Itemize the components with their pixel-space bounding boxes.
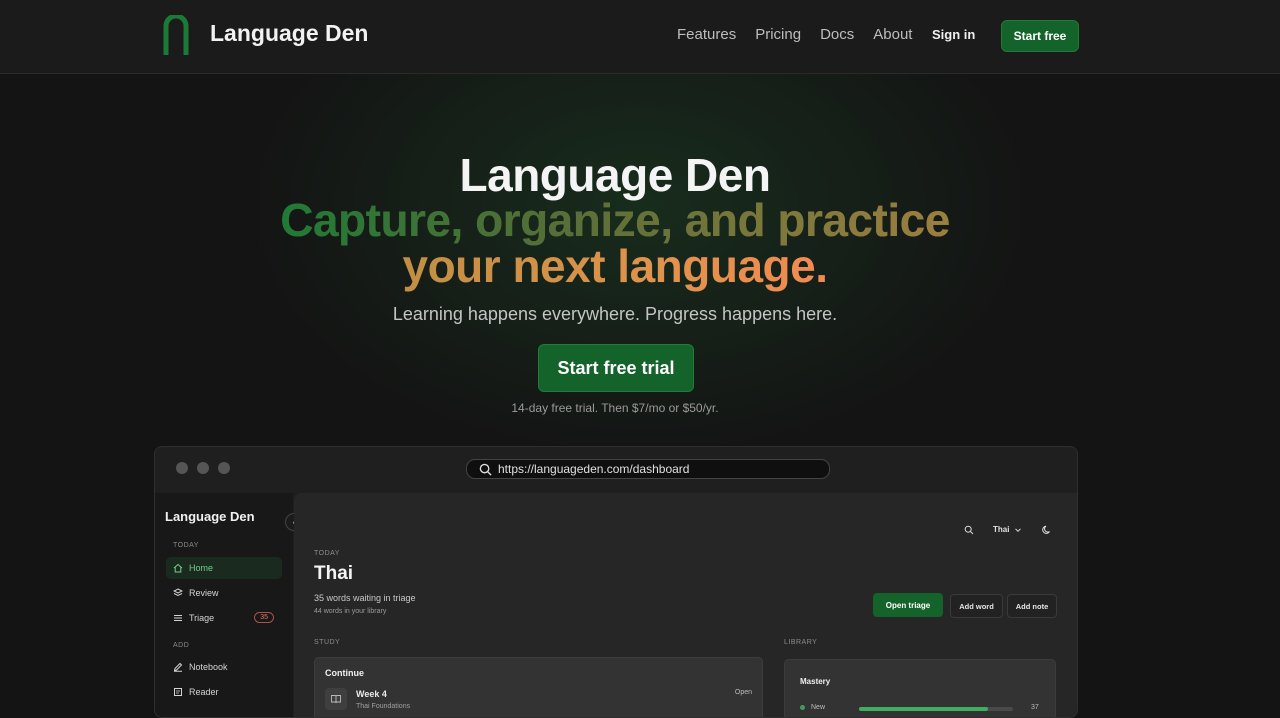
continue-open-tag[interactable]: Open xyxy=(735,689,752,696)
mastery-row-count: 37 xyxy=(1031,704,1039,711)
language-select[interactable]: Thai xyxy=(993,525,1022,534)
nav-link-about[interactable]: About xyxy=(873,26,912,43)
nav-links: Features Pricing Docs About xyxy=(677,26,912,43)
app-main: Thai TODAY Thai 35 words waiting in tria… xyxy=(294,493,1077,717)
search-icon xyxy=(479,463,492,476)
start-free-trial-button[interactable]: Start free trial xyxy=(538,344,694,392)
mastery-row-label: New xyxy=(811,704,826,711)
nav-link-docs[interactable]: Docs xyxy=(820,26,854,43)
start-free-button[interactable]: Start free xyxy=(1001,20,1079,52)
status-dot xyxy=(800,705,805,710)
sidebar-item-notebook[interactable]: Notebook xyxy=(166,656,282,678)
language-heading: Thai xyxy=(314,563,354,584)
sidebar-item-triage[interactable]: Triage 35 xyxy=(166,607,282,629)
mastery-progress-bar xyxy=(859,707,1013,711)
theme-toggle-button[interactable] xyxy=(1042,525,1052,535)
continue-title: Continue xyxy=(325,668,364,678)
sidebar-item-label: Triage xyxy=(189,613,215,623)
address-bar[interactable]: https://languageden.com/dashboard xyxy=(466,459,830,479)
sidebar-item-label: Reader xyxy=(189,687,219,697)
sign-in-link[interactable]: Sign in xyxy=(932,27,975,42)
sidebar-item-reader[interactable]: Reader xyxy=(166,681,282,703)
sidebar-section-today: TODAY xyxy=(173,542,199,549)
mastery-row: New xyxy=(800,704,825,711)
sidebar-item-label: Review xyxy=(189,588,219,598)
study-section-label: STUDY xyxy=(314,639,341,646)
window-dot-minimize xyxy=(197,462,209,474)
logo-icon xyxy=(163,15,189,55)
browser-mockup: https://languageden.com/dashboard Langua… xyxy=(154,446,1078,718)
sidebar-item-label: Home xyxy=(189,563,214,573)
sidebar-title: Language Den xyxy=(165,509,255,524)
home-icon xyxy=(173,563,183,573)
sidebar-section-add: ADD xyxy=(173,642,190,649)
top-search-button[interactable] xyxy=(964,525,974,535)
triage-count-badge: 35 xyxy=(254,612,274,623)
address-url: https://languageden.com/dashboard xyxy=(498,462,690,476)
book-icon xyxy=(325,688,347,710)
add-word-button[interactable]: Add word xyxy=(950,594,1003,618)
search-icon xyxy=(964,525,974,535)
hero-headline-line2-text: your next language. xyxy=(402,240,828,292)
triage-waiting-text: 35 words waiting in triage xyxy=(314,593,416,603)
hero-subtitle: Learning happens everywhere. Progress ha… xyxy=(392,304,838,324)
sidebar-item-label: Notebook xyxy=(189,662,228,672)
mastery-card: Mastery New 37 xyxy=(784,659,1056,717)
mastery-progress-fill xyxy=(859,707,989,711)
open-triage-button[interactable]: Open triage xyxy=(873,593,943,617)
moon-icon xyxy=(1042,525,1050,534)
review-icon xyxy=(173,588,183,597)
continue-item-title[interactable]: Week 4 xyxy=(356,689,387,699)
mastery-title: Mastery xyxy=(800,677,831,686)
window-dot-maximize xyxy=(218,462,230,474)
window-dot-close xyxy=(176,462,188,474)
notebook-icon xyxy=(173,662,183,672)
continue-card: Continue Week 4 Thai Foundations Open xyxy=(314,657,763,717)
add-note-button[interactable]: Add note xyxy=(1007,594,1057,618)
library-section-label: LIBRARY xyxy=(784,639,818,646)
brand-name[interactable]: Language Den xyxy=(210,20,368,47)
today-label: TODAY xyxy=(314,550,340,557)
sidebar-item-review[interactable]: Review xyxy=(166,582,282,604)
app-sidebar: Language Den ‹ TODAY Home Review Triage … xyxy=(155,493,303,717)
pricing-note: 14-day free trial. Then $7/mo or $50/yr. xyxy=(511,401,719,415)
nav-link-pricing[interactable]: Pricing xyxy=(755,26,801,43)
hero-headline-line2: your next language. xyxy=(0,239,1230,293)
list-icon xyxy=(174,615,182,621)
language-select-value: Thai xyxy=(993,525,1010,534)
nav-link-features[interactable]: Features xyxy=(677,26,736,43)
library-count-text: 44 words in your library xyxy=(314,608,387,615)
chevron-down-icon xyxy=(1015,527,1022,532)
top-nav: Language Den Features Pricing Docs About… xyxy=(0,0,1280,74)
continue-item-subtitle: Thai Foundations xyxy=(356,703,411,710)
sidebar-item-home[interactable]: Home xyxy=(166,557,282,579)
reader-icon xyxy=(174,688,182,696)
